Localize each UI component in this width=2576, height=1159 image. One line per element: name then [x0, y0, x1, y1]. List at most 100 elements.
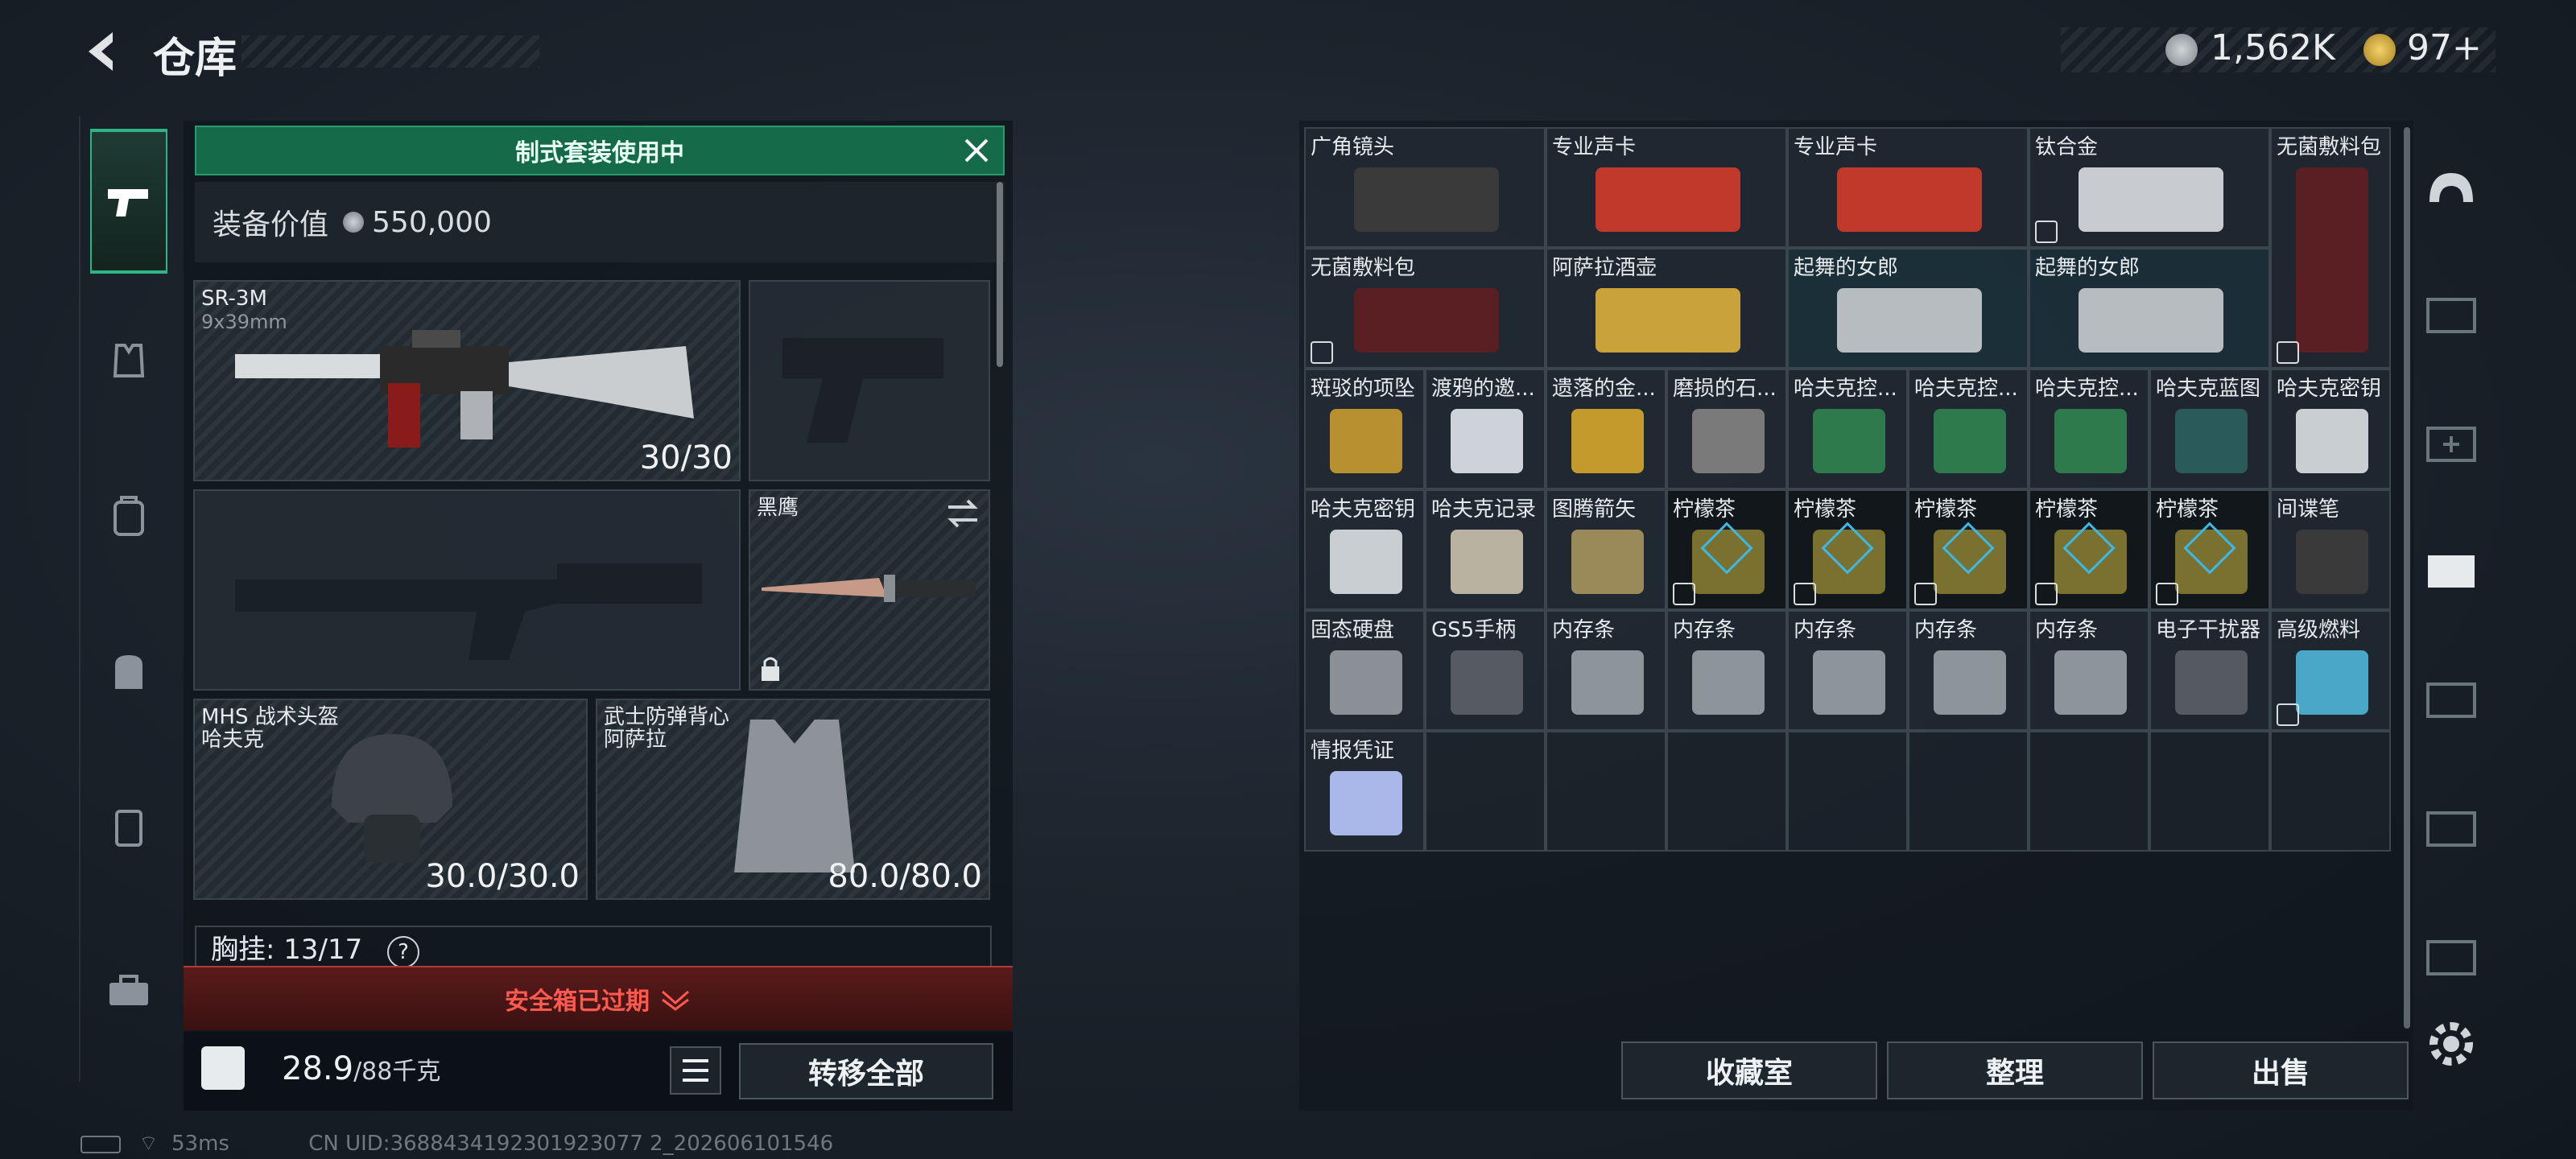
inventory-item[interactable]: 哈夫克记录 [1425, 489, 1546, 610]
item-name: 内存条 [2035, 618, 2099, 642]
inventory-item[interactable]: 内存条 [1908, 610, 2029, 731]
empty-cell[interactable] [2149, 731, 2270, 852]
empty-cell[interactable] [1546, 731, 1666, 852]
inventory-item[interactable]: 起舞的女郎 [2029, 248, 2270, 369]
sell-button[interactable]: 出售 [2153, 1041, 2409, 1099]
inventory-item[interactable]: 哈夫克控... [1908, 369, 2029, 489]
inventory-item[interactable]: 斑驳的项坠 [1304, 369, 1425, 489]
inventory-item[interactable]: 柠檬茶 [1666, 489, 1787, 610]
help-icon[interactable]: ? [387, 936, 420, 968]
inventory-item[interactable]: 内存条 [1787, 610, 1908, 731]
sidearm-slot[interactable] [749, 280, 990, 481]
empty-cell[interactable] [2029, 731, 2149, 852]
tab-toolbox[interactable] [90, 951, 167, 1029]
empty-cell[interactable] [1425, 731, 1546, 852]
tab-case[interactable] [90, 789, 167, 866]
armor-slot[interactable]: 武士防弹背心 阿萨拉 80.0/80.0 [596, 699, 990, 900]
backpack-icon [115, 655, 142, 689]
tab-weapons[interactable] [90, 129, 167, 274]
inventory-item[interactable]: 电子干扰器 [2149, 610, 2270, 731]
item-name: 内存条 [1552, 618, 1616, 642]
unsellable-icon [2035, 221, 2058, 243]
secondary-weapon-slot[interactable] [193, 489, 741, 691]
inventory-item[interactable]: 内存条 [1546, 610, 1666, 731]
item-name: 起舞的女郎 [1794, 256, 1899, 280]
item-name: 哈夫克蓝图 [2156, 377, 2261, 401]
item-thumbnail [1596, 288, 1740, 353]
equipment-value-label: 装备价值 [213, 208, 329, 241]
helmet-slot[interactable]: MHS 战术头盔 哈夫克 30.0/30.0 [193, 699, 588, 900]
inventory-item[interactable]: 间谍笔 [2270, 489, 2391, 610]
list-view-button[interactable] [670, 1046, 721, 1095]
inventory-item[interactable]: 情报凭证 [1304, 731, 1425, 852]
empty-cell[interactable] [2270, 731, 2391, 852]
inventory-item[interactable]: GS5手柄 [1425, 610, 1546, 731]
tab-backpack[interactable] [90, 633, 167, 710]
inventory-item[interactable]: 内存条 [2029, 610, 2149, 731]
storage-tab-active-icon[interactable] [2419, 539, 2483, 604]
item-thumbnail [1692, 650, 1765, 715]
inventory-item[interactable]: 专业声卡 [1546, 127, 1787, 248]
item-thumbnail [2054, 409, 2127, 473]
inventory-item[interactable]: 阿萨拉酒壶 [1546, 248, 1787, 369]
inventory-item[interactable]: 无菌敷料包 [1304, 248, 1546, 369]
inventory-item[interactable]: 哈夫克密钥 [2270, 369, 2391, 489]
inventory-scrollbar[interactable] [2404, 127, 2410, 1029]
safe-box-expired-warning[interactable]: 安全箱已过期 [184, 966, 1013, 1030]
chest-rig-row[interactable]: 胸挂: 13/17 ? [195, 926, 992, 968]
collection-room-button[interactable]: 收藏室 [1621, 1041, 1877, 1099]
transfer-all-button[interactable]: 转移全部 [739, 1043, 993, 1099]
storage-tab-3-icon[interactable] [2419, 412, 2483, 476]
inventory-item[interactable]: 哈夫克控... [1787, 369, 1908, 489]
inventory-item[interactable]: 无菌敷料包 [2270, 127, 2391, 369]
item-name: 哈夫克控... [1794, 377, 1897, 401]
inventory-item[interactable]: 哈夫克控... [2029, 369, 2149, 489]
inventory-item[interactable]: 哈夫克密钥 [1304, 489, 1425, 610]
melee-slot[interactable]: 黑鹰 [749, 489, 990, 691]
item-thumbnail [2296, 167, 2368, 353]
gear-icon[interactable] [2423, 1016, 2479, 1072]
close-icon[interactable] [958, 132, 995, 169]
item-name: 柠檬茶 [2156, 497, 2219, 522]
storage-home-icon[interactable] [2419, 158, 2483, 222]
battery-icon [80, 1135, 121, 1153]
inventory-item[interactable]: 图腾箭矢 [1546, 489, 1666, 610]
empty-cell[interactable] [1666, 731, 1787, 852]
inventory-item[interactable]: 起舞的女郎 [1787, 248, 2029, 369]
tab-chest-rig[interactable] [90, 478, 167, 555]
inventory-item[interactable]: 哈夫克蓝图 [2149, 369, 2270, 489]
storage-tab-5-icon[interactable] [2419, 668, 2483, 732]
tab-armor[interactable] [90, 322, 167, 399]
inventory-item[interactable]: 柠檬茶 [1787, 489, 1908, 610]
chest-rig-capacity: 胸挂: 13/17 [211, 934, 363, 966]
inventory-item[interactable]: 高级燃料 [2270, 610, 2391, 731]
inventory-item[interactable]: 渡鸦的邀... [1425, 369, 1546, 489]
storage-tab-7-icon[interactable] [2419, 926, 2483, 990]
storage-tab-2-icon[interactable] [2419, 283, 2483, 348]
inventory-item[interactable]: 内存条 [1666, 610, 1787, 731]
swap-icon[interactable] [945, 497, 980, 530]
weight-current: 28.9 [282, 1050, 354, 1087]
empty-cell[interactable] [1787, 731, 1908, 852]
empty-cell[interactable] [1908, 731, 2029, 852]
inventory-item[interactable]: 专业声卡 [1787, 127, 2029, 248]
inventory-item[interactable]: 遗落的金... [1546, 369, 1666, 489]
storage-tab-6-icon[interactable] [2419, 797, 2483, 861]
unsellable-icon [2156, 583, 2178, 605]
sort-button[interactable]: 整理 [1887, 1041, 2143, 1099]
primary-weapon-slot[interactable]: SR-3M 9x39mm 30/30 [193, 280, 741, 481]
item-thumbnail [1571, 530, 1644, 594]
item-name: 图腾箭矢 [1552, 497, 1637, 522]
inventory-item[interactable]: 柠檬茶 [1908, 489, 2029, 610]
inventory-item[interactable]: 柠檬茶 [2149, 489, 2270, 610]
armor-brand: 阿萨拉 [604, 728, 667, 752]
loadout-scrollbar[interactable] [997, 182, 1003, 367]
inventory-item[interactable]: 磨损的石... [1666, 369, 1787, 489]
inventory-item[interactable]: 广角镜头 [1304, 127, 1546, 248]
inventory-item[interactable]: 钛合金 [2029, 127, 2270, 248]
back-arrow-icon[interactable] [77, 27, 126, 76]
item-name: GS5手柄 [1431, 618, 1517, 642]
item-name: 哈夫克记录 [1431, 497, 1537, 522]
inventory-item[interactable]: 柠檬茶 [2029, 489, 2149, 610]
inventory-item[interactable]: 固态硬盘 [1304, 610, 1425, 731]
